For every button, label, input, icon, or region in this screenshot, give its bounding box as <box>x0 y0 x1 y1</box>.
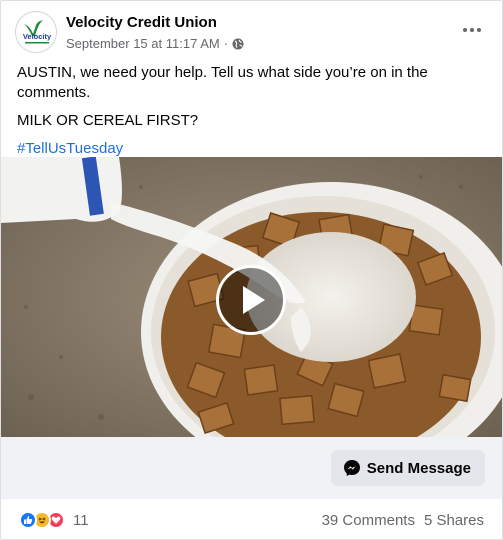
hashtag-link[interactable]: #TellUsTuesday <box>17 139 123 159</box>
send-message-button[interactable]: Send Message <box>330 450 485 486</box>
more-dot-icon <box>470 28 474 32</box>
more-options-button[interactable] <box>460 23 484 37</box>
messenger-icon <box>343 460 360 476</box>
velocity-logo-icon: Velocity <box>16 12 56 52</box>
engagement-counts: 39 Comments 5 Shares <box>322 512 484 529</box>
post-card: Velocity Velocity Credit Union September… <box>0 0 503 540</box>
comments-count-link[interactable]: 39 Comments <box>322 512 415 529</box>
reaction-count[interactable]: 11 <box>73 512 89 529</box>
more-dot-icon <box>477 28 481 32</box>
engagement-bar: 11 39 Comments 5 Shares <box>1 499 502 539</box>
post-body-line: AUSTIN, we need your help. Tell us what … <box>17 64 428 101</box>
avatar-logo-text: Velocity <box>23 32 52 41</box>
play-icon <box>243 286 265 314</box>
like-reaction-icon <box>19 511 37 529</box>
page-avatar[interactable]: Velocity <box>15 11 57 53</box>
post-body-line: MILK OR CEREAL FIRST? <box>17 112 199 129</box>
send-message-label: Send Message <box>366 459 471 477</box>
post-timestamp[interactable]: September 15 at 11:17 AM <box>66 36 220 51</box>
cta-bar: Send Message <box>1 437 502 499</box>
globe-icon[interactable] <box>232 38 244 50</box>
post-meta: September 15 at 11:17 AM · <box>66 36 244 51</box>
play-button[interactable] <box>216 265 286 335</box>
more-dot-icon <box>463 28 467 32</box>
page-name[interactable]: Velocity Credit Union <box>66 14 217 31</box>
reactions-summary[interactable]: 11 <box>19 511 89 529</box>
post-header: Velocity Velocity Credit Union September… <box>1 1 502 61</box>
meta-separator: · <box>223 36 229 51</box>
shares-count-link[interactable]: 5 Shares <box>424 512 484 529</box>
post-text: AUSTIN, we need your help. Tell us what … <box>17 63 487 159</box>
